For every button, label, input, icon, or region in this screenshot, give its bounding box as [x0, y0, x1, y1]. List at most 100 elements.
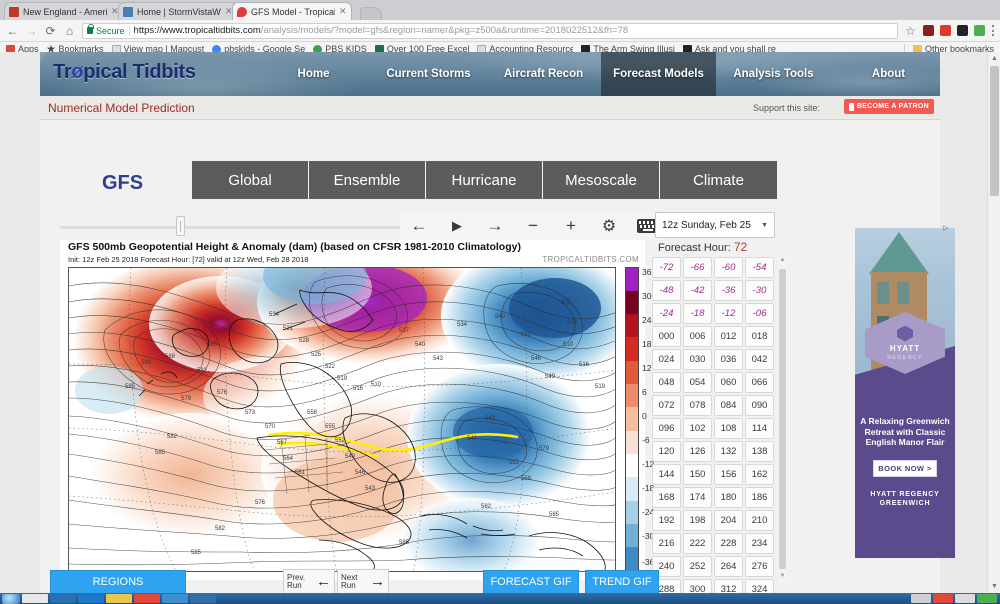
forecast-hour-neg18[interactable]: -18 — [683, 303, 712, 324]
browser-tab-1[interactable]: New England - American ✕ — [4, 2, 124, 20]
forecast-hour-018[interactable]: 018 — [745, 326, 774, 347]
forecast-hour-neg12[interactable]: -12 — [714, 303, 743, 324]
scroll-down-arrow[interactable]: ▼ — [988, 580, 1000, 593]
forecast-hour-042[interactable]: 042 — [745, 349, 774, 370]
tray-icon[interactable] — [955, 594, 975, 603]
address-bar[interactable]: Secure https://www.tropicaltidbits.com/a… — [82, 23, 898, 39]
forecast-hour-156[interactable]: 156 — [714, 464, 743, 485]
forecast-hour-neg30[interactable]: -30 — [745, 280, 774, 301]
forecast-hour-174[interactable]: 174 — [683, 487, 712, 508]
back-icon[interactable]: ← — [6, 25, 19, 37]
tab-close-icon[interactable]: ✕ — [339, 6, 347, 17]
new-tab-button[interactable] — [360, 7, 382, 20]
nav-item-aircraft-recon[interactable]: Aircraft Recon — [486, 52, 601, 96]
forecast-hour-neg66[interactable]: -66 — [683, 257, 712, 278]
nav-item-current-storms[interactable]: Current Storms — [371, 52, 486, 96]
forecast-hour-012[interactable]: 012 — [714, 326, 743, 347]
forecast-hour-150[interactable]: 150 — [683, 464, 712, 485]
forecast-hour-168[interactable]: 168 — [652, 487, 681, 508]
taskbar-app[interactable] — [106, 594, 132, 603]
run-time-select[interactable]: 12z Sunday, Feb 25 ▼ — [655, 212, 775, 238]
forecast-hour-000[interactable]: 000 — [652, 326, 681, 347]
taskbar-app[interactable] — [22, 594, 48, 603]
forecast-hour-126[interactable]: 126 — [683, 441, 712, 462]
tab-global[interactable]: Global — [192, 161, 309, 199]
frame-slider-track[interactable] — [60, 226, 400, 229]
dark-extension-icon[interactable] — [957, 25, 968, 36]
next-run-button[interactable]: Next Run → — [337, 569, 389, 593]
forecast-hour-030[interactable]: 030 — [683, 349, 712, 370]
trend-gif-button[interactable]: TREND GIF — [585, 570, 659, 593]
forecast-hour-114[interactable]: 114 — [745, 418, 774, 439]
browser-tab-3-active[interactable]: GFS Model - Tropical Ti ✕ — [232, 2, 352, 20]
forecast-hour-neg06[interactable]: -06 — [745, 303, 774, 324]
forecast-hour-102[interactable]: 102 — [683, 418, 712, 439]
forecast-hour-neg72[interactable]: -72 — [652, 257, 681, 278]
forecast-hour-054[interactable]: 054 — [683, 372, 712, 393]
home-icon[interactable]: ⌂ — [63, 25, 76, 37]
forecast-hour-204[interactable]: 204 — [714, 510, 743, 531]
forecast-hour-216[interactable]: 216 — [652, 533, 681, 554]
forecast-hour-neg48[interactable]: -48 — [652, 280, 681, 301]
forecast-hour-198[interactable]: 198 — [683, 510, 712, 531]
taskbar-app[interactable] — [190, 594, 216, 603]
forecast-hour-090[interactable]: 090 — [745, 395, 774, 416]
regions-button[interactable]: REGIONS — [50, 570, 186, 593]
forecast-hour-228[interactable]: 228 — [714, 533, 743, 554]
pdf-extension-icon[interactable] — [923, 25, 934, 36]
taskbar-app[interactable] — [78, 594, 104, 603]
weather-map-image[interactable]: 588585 582579 576573 582585 570567 56456… — [68, 267, 616, 572]
taskbar-app[interactable] — [162, 594, 188, 603]
next-frame-button[interactable]: → — [476, 212, 514, 240]
forecast-hour-138[interactable]: 138 — [745, 441, 774, 462]
zoom-out-button[interactable]: − — [514, 212, 552, 240]
scroll-thumb[interactable] — [779, 269, 786, 569]
forecast-hour-078[interactable]: 078 — [683, 395, 712, 416]
tray-icon[interactable] — [933, 594, 953, 603]
tab-ensemble[interactable]: Ensemble — [309, 161, 426, 199]
tab-climate[interactable]: Climate — [660, 161, 777, 199]
ad-book-now-button[interactable]: BOOK NOW > — [873, 460, 937, 477]
page-scroll-thumb[interactable] — [990, 66, 999, 196]
become-a-patron-button[interactable]: BECOME A PATRON — [844, 99, 934, 114]
forecast-hour-066[interactable]: 066 — [745, 372, 774, 393]
forecast-hour-120[interactable]: 120 — [652, 441, 681, 462]
forecast-hour-scrollbar[interactable]: ▲ ▼ — [778, 257, 787, 583]
taskbar-app[interactable] — [50, 594, 76, 603]
tab-hurricane[interactable]: Hurricane — [426, 161, 543, 199]
forecast-hour-096[interactable]: 096 — [652, 418, 681, 439]
taskbar-app[interactable] — [134, 594, 160, 603]
play-button[interactable]: ▶ — [438, 212, 476, 240]
nav-item-home[interactable]: Home — [256, 52, 371, 96]
forecast-hour-neg24[interactable]: -24 — [652, 303, 681, 324]
forecast-hour-048[interactable]: 048 — [652, 372, 681, 393]
forecast-hour-neg36[interactable]: -36 — [714, 280, 743, 301]
nav-item-analysis-tools[interactable]: Analysis Tools — [716, 52, 831, 96]
green-extension-icon[interactable] — [974, 25, 985, 36]
forecast-hour-192[interactable]: 192 — [652, 510, 681, 531]
page-scrollbar[interactable]: ▲ ▼ — [987, 52, 1000, 593]
site-logo[interactable]: Trøpical Tidbits — [53, 61, 196, 84]
forecast-hour-180[interactable]: 180 — [714, 487, 743, 508]
forecast-hour-234[interactable]: 234 — [745, 533, 774, 554]
forecast-hour-024[interactable]: 024 — [652, 349, 681, 370]
tray-icon[interactable] — [911, 594, 931, 603]
forecast-hour-neg42[interactable]: -42 — [683, 280, 712, 301]
red-extension-icon[interactable] — [940, 25, 951, 36]
forecast-hour-072[interactable]: 072 — [652, 395, 681, 416]
forecast-hour-084[interactable]: 084 — [714, 395, 743, 416]
forecast-hour-036[interactable]: 036 — [714, 349, 743, 370]
forecast-hour-060[interactable]: 060 — [714, 372, 743, 393]
forecast-hour-210[interactable]: 210 — [745, 510, 774, 531]
scroll-up-arrow[interactable]: ▲ — [778, 257, 787, 267]
start-button-icon[interactable] — [2, 594, 20, 604]
forecast-hour-186[interactable]: 186 — [745, 487, 774, 508]
chrome-menu-icon[interactable] — [991, 25, 994, 36]
forecast-hour-132[interactable]: 132 — [714, 441, 743, 462]
forecast-hour-162[interactable]: 162 — [745, 464, 774, 485]
browser-tab-2[interactable]: Home | StormVistaWxM ✕ — [118, 2, 238, 20]
forecast-hour-144[interactable]: 144 — [652, 464, 681, 485]
previous-frame-button[interactable]: ← — [400, 212, 438, 240]
tab-mesoscale[interactable]: Mesoscale — [543, 161, 660, 199]
settings-gear-icon[interactable]: ⚙ — [590, 212, 628, 240]
